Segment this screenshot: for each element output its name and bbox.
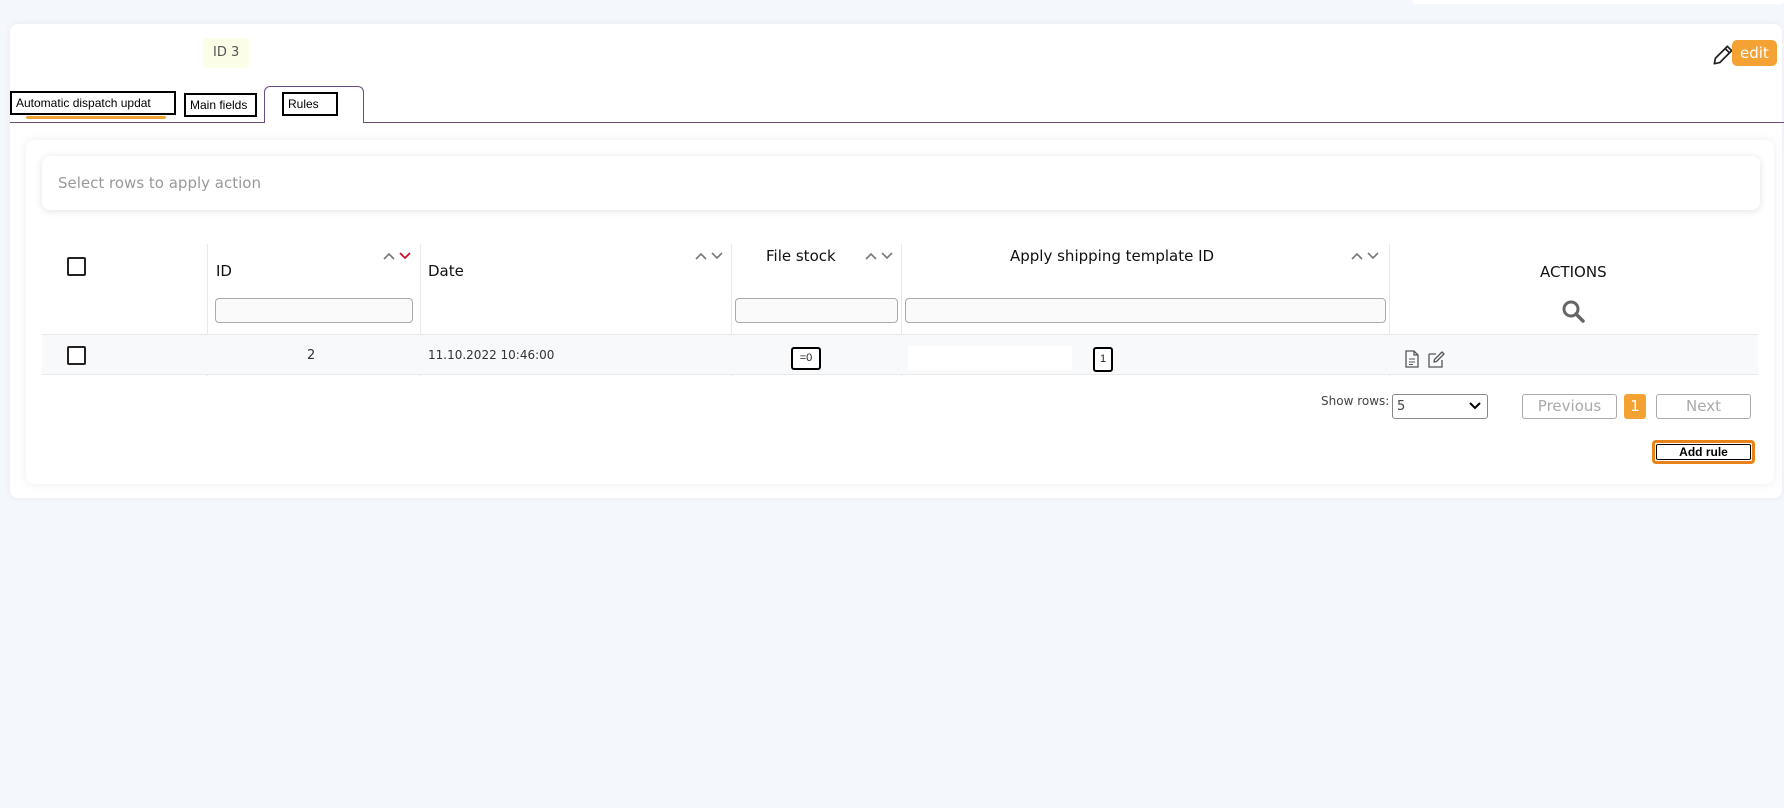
- filter-id-input[interactable]: [215, 298, 413, 323]
- id-badge: ID 3: [203, 38, 250, 68]
- tab-active-indicator: [26, 116, 166, 119]
- chevron-up-icon: [695, 252, 707, 260]
- table-row: [42, 335, 1758, 375]
- next-page-button[interactable]: Next: [1656, 394, 1751, 419]
- tabs-divider-left: [10, 122, 264, 123]
- column-header-file-stock: File stock: [766, 247, 836, 265]
- chevron-up-icon: [1351, 252, 1363, 260]
- current-page-button[interactable]: 1: [1624, 394, 1646, 419]
- column-header-template-id: Apply shipping template ID: [1010, 247, 1215, 265]
- filter-file-stock-input[interactable]: [735, 298, 898, 323]
- chevron-down-icon: [1469, 402, 1481, 410]
- column-header-id: ID: [216, 262, 232, 280]
- sort-file-stock[interactable]: [864, 249, 896, 263]
- column-header-actions: ACTIONS: [1540, 263, 1607, 281]
- document-icon[interactable]: [1404, 350, 1420, 368]
- show-rows-label: Show rows:: [1321, 394, 1390, 408]
- cell-file-stock: =0: [791, 347, 821, 370]
- chevron-down-icon: [881, 252, 893, 260]
- rows-per-page-value: 5: [1397, 399, 1406, 414]
- row-checkbox[interactable]: [67, 346, 86, 365]
- cell-template-id: 1: [1093, 347, 1113, 372]
- chevron-down-icon: [1367, 252, 1379, 260]
- column-header-date: Date: [428, 262, 464, 280]
- tab-main-fields[interactable]: Main fields: [184, 93, 257, 117]
- sort-date[interactable]: [694, 249, 726, 263]
- top-strip: [1412, 0, 1784, 4]
- sort-template-id[interactable]: [1350, 249, 1382, 263]
- select-all-checkbox[interactable]: [67, 257, 86, 276]
- tab-rules[interactable]: Rules: [282, 92, 338, 116]
- edit-button[interactable]: edit: [1732, 40, 1777, 66]
- sort-id[interactable]: [382, 249, 414, 263]
- rows-per-page-select[interactable]: 5: [1392, 394, 1488, 419]
- add-rule-button[interactable]: Add rule: [1652, 440, 1755, 464]
- previous-page-button[interactable]: Previous: [1522, 394, 1617, 419]
- chevron-down-icon: [711, 252, 723, 260]
- tab-automatic-dispatch[interactable]: Automatic dispatch updat: [10, 91, 176, 115]
- bulk-action-bar[interactable]: Select rows to apply action: [42, 156, 1760, 210]
- tabs-divider: [264, 122, 1784, 123]
- search-icon[interactable]: [1561, 299, 1585, 323]
- cell-id: 2: [307, 348, 316, 363]
- cell-date: 11.10.2022 10:46:00: [428, 348, 555, 362]
- chevron-up-icon: [383, 252, 395, 260]
- cell-blank: [908, 346, 1072, 370]
- filter-template-id-input[interactable]: [905, 298, 1386, 323]
- chevron-down-icon: [399, 252, 411, 260]
- edit-icon[interactable]: [1426, 349, 1446, 369]
- chevron-up-icon: [865, 252, 877, 260]
